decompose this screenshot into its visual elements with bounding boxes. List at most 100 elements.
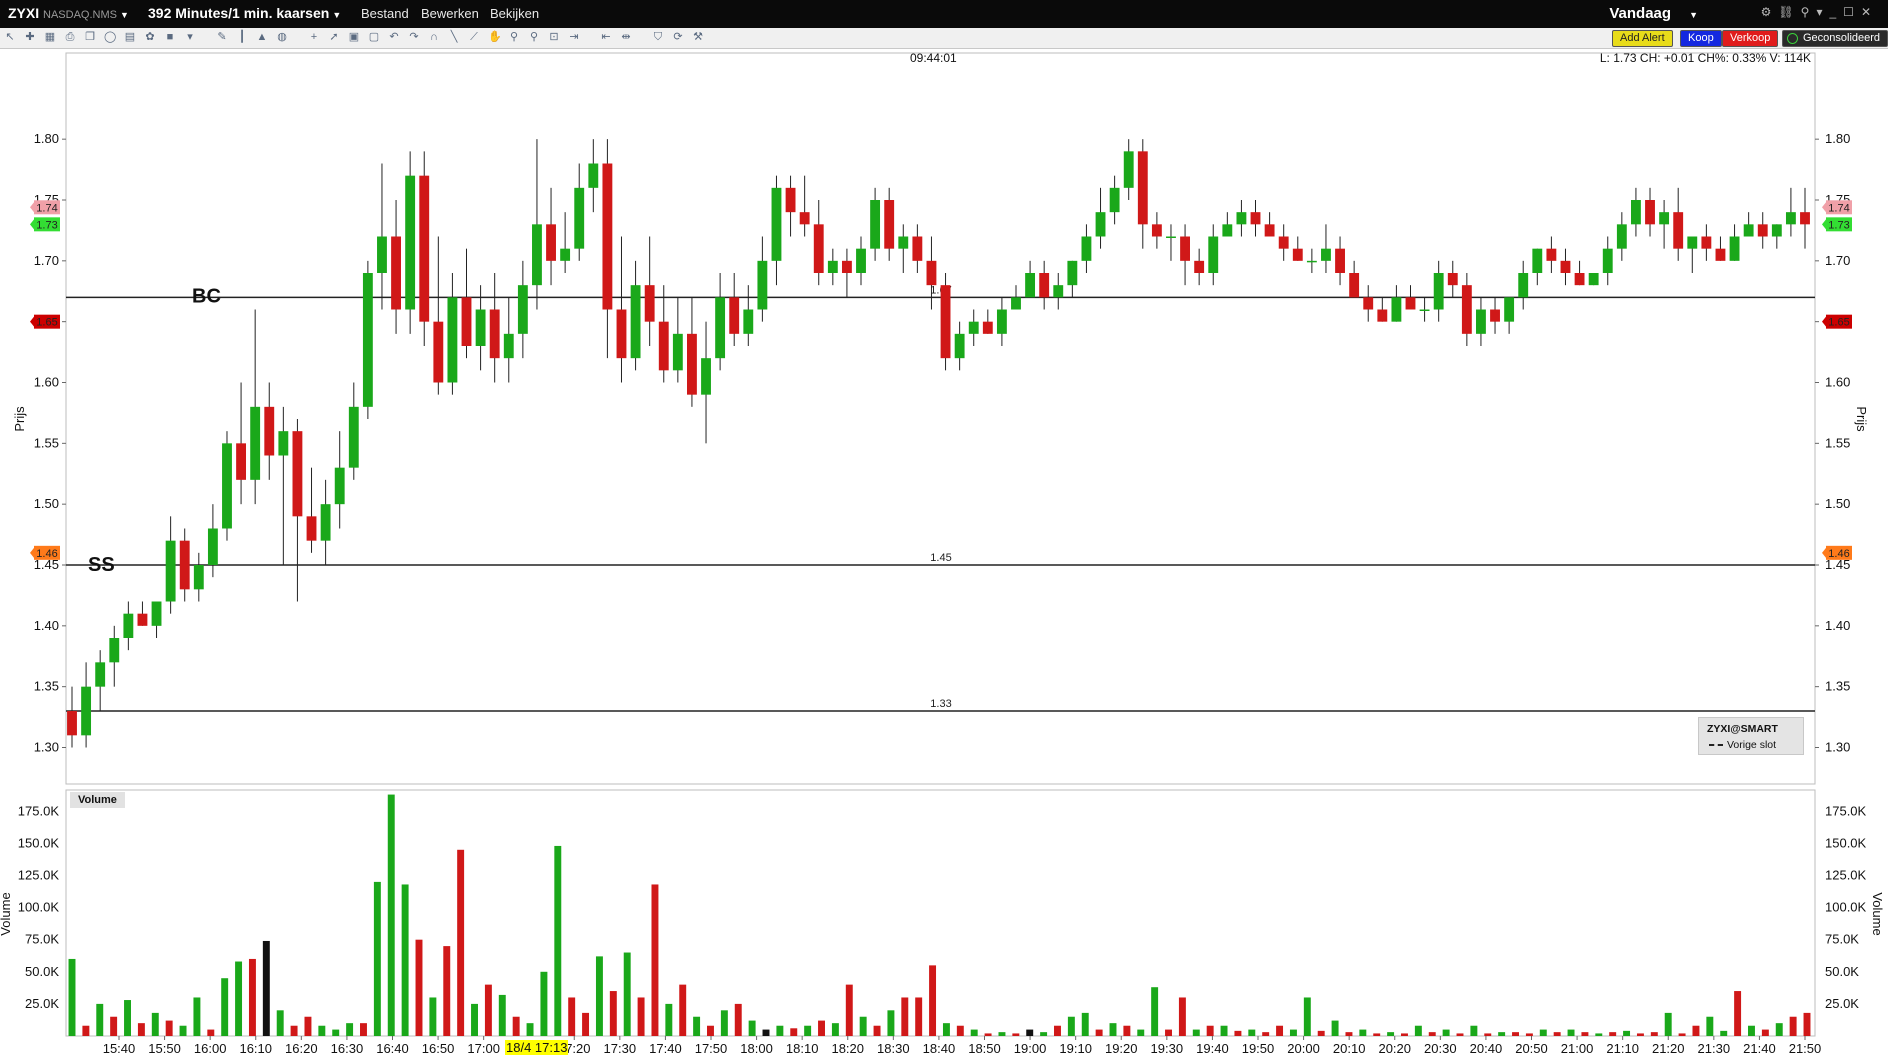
line-icon[interactable]: ╲ <box>448 31 460 43</box>
legend[interactable]: ZYXI@SMART Vorige slot <box>1698 717 1804 755</box>
wrench-icon[interactable]: ⚒ <box>692 31 704 43</box>
x-tick-label: 19:10 <box>1059 1041 1092 1056</box>
candle-body <box>1264 224 1275 237</box>
arrow-icon[interactable]: ➚ <box>328 31 340 43</box>
ray-icon[interactable]: ⟋ <box>468 31 480 43</box>
magnet-icon[interactable]: ∩ <box>428 31 440 43</box>
pencil-icon[interactable]: ✎ <box>216 31 228 43</box>
candle-body <box>1250 212 1261 225</box>
x-tick-label: 20:00 <box>1287 1041 1320 1056</box>
pin-icon[interactable]: ⚲ <box>1801 5 1817 19</box>
bars-icon[interactable]: ┃ <box>236 31 248 43</box>
shield-icon[interactable]: ⛉ <box>652 31 664 43</box>
maximize-icon[interactable]: ☐ <box>1843 5 1861 19</box>
candle-body <box>475 309 486 346</box>
candle-body <box>489 309 500 359</box>
volume-tick-right: 150.0K <box>1825 835 1867 850</box>
link-icon[interactable]: ⛓ <box>1778 5 1800 19</box>
volume-bar <box>1664 1012 1672 1036</box>
plus-icon[interactable]: + <box>308 31 320 43</box>
y-tick-right: 1.80 <box>1825 131 1850 146</box>
minimize-icon[interactable]: _ <box>1829 5 1843 19</box>
volume-bar <box>1067 1016 1075 1036</box>
price-tag-right-label: 1.65 <box>1828 317 1849 329</box>
menu-bewerken[interactable]: Bewerken <box>421 6 479 21</box>
search-minus-icon[interactable]: ⚲ <box>528 31 540 43</box>
volume-bar <box>915 997 923 1036</box>
menu-icon[interactable]: ▾ <box>1816 5 1829 19</box>
candle-body <box>1645 200 1655 225</box>
candle-body <box>1180 236 1190 261</box>
candle-body <box>503 333 514 359</box>
volume-bar <box>401 884 409 1036</box>
candle-body <box>1546 248 1557 261</box>
volume-bar <box>762 1029 770 1036</box>
candle-body <box>1560 260 1571 273</box>
period-selector[interactable]: 392 Minutes/1 min. kaarsen ▼ <box>148 5 341 21</box>
candle-body <box>687 333 697 395</box>
candle-body <box>1433 273 1444 310</box>
volume-bar <box>207 1029 215 1036</box>
table-icon[interactable]: ▦ <box>44 31 56 43</box>
x-tick-label: 20:30 <box>1424 1041 1457 1056</box>
mountain-icon[interactable]: ▲ <box>256 31 268 43</box>
x-tick-label: 17:00 <box>467 1041 500 1056</box>
fit-icon[interactable]: ⊡ <box>548 31 560 43</box>
refresh-icon[interactable]: ⟳ <box>672 31 684 43</box>
candle-body <box>264 406 275 456</box>
price-axis-label-left: Prijs <box>12 406 27 432</box>
volume-bar <box>859 1016 867 1036</box>
volume-bar <box>346 1023 354 1036</box>
candle-body <box>968 321 979 334</box>
x-tick-label: 18:40 <box>923 1041 956 1056</box>
consolidated-toggle[interactable]: Geconsolideerd <box>1782 30 1888 47</box>
copy-icon[interactable]: ❐ <box>84 31 96 43</box>
zoom-in-icon[interactable]: ▣ <box>348 31 360 43</box>
square-icon[interactable]: ■ <box>164 31 176 43</box>
dropdown-icon[interactable]: ▾ <box>184 31 196 43</box>
zoom-out-icon[interactable]: ▢ <box>368 31 380 43</box>
candle-body <box>1673 212 1684 249</box>
y-tick-left: 1.50 <box>34 496 59 511</box>
hand-icon[interactable]: ✋ <box>488 31 502 43</box>
grid-icon[interactable]: ▤ <box>124 31 136 43</box>
volume-tick-right: 125.0K <box>1825 867 1867 882</box>
candle-body <box>179 540 190 590</box>
shrink-icon[interactable]: ⇥ <box>568 31 580 43</box>
volume-bar <box>1609 1032 1617 1036</box>
redo-icon[interactable]: ↷ <box>408 31 420 43</box>
sell-button[interactable]: Verkoop <box>1722 30 1779 47</box>
range-selector[interactable]: Vandaag ▼ <box>1609 5 1698 22</box>
add-alert-button[interactable]: Add Alert <box>1612 30 1673 47</box>
undo-icon[interactable]: ↶ <box>388 31 400 43</box>
price-tag-right-arrow <box>1822 316 1826 327</box>
menu-bekijken[interactable]: Bekijken <box>490 6 539 21</box>
circle-icon[interactable]: ◯ <box>104 31 116 43</box>
candle-body <box>306 516 317 541</box>
volume-bar <box>1040 1032 1048 1036</box>
scroll-icon[interactable]: ⇹ <box>620 31 632 43</box>
gear-icon[interactable]: ⚙ <box>1761 5 1779 19</box>
volume-bar <box>179 1025 187 1036</box>
candle-body <box>1616 224 1627 249</box>
globe-icon[interactable]: ◍ <box>276 31 288 43</box>
candle-body <box>1123 151 1134 188</box>
print-icon[interactable]: ⎙ <box>64 31 76 43</box>
volume-bar <box>235 961 243 1036</box>
volume-bar <box>68 958 76 1036</box>
symbol-selector[interactable]: ZYXI NASDAQ.NMS ▼ <box>8 5 129 21</box>
y-tick-right: 1.50 <box>1825 496 1850 511</box>
buy-button[interactable]: Koop <box>1680 30 1722 47</box>
close-icon[interactable]: ✕ <box>1861 5 1878 19</box>
crosshair-icon[interactable]: ✚ <box>24 31 36 43</box>
palette-icon[interactable]: ✿ <box>144 31 156 43</box>
price-panel-frame <box>65 52 1816 785</box>
candle-body <box>1757 224 1768 237</box>
expand-icon[interactable]: ⇤ <box>600 31 612 43</box>
chart-area[interactable]: 1.30 1.301.35 1.351.40 1.401.45 1.451.50 1.50… <box>0 48 1888 1059</box>
volume-tick-left: 75.0K <box>25 932 59 947</box>
menu-bestand[interactable]: Bestand <box>361 6 409 21</box>
volume-bar <box>1331 1020 1339 1036</box>
cursor-icon[interactable]: ↖ <box>4 31 16 43</box>
search-icon[interactable]: ⚲ <box>508 31 520 43</box>
